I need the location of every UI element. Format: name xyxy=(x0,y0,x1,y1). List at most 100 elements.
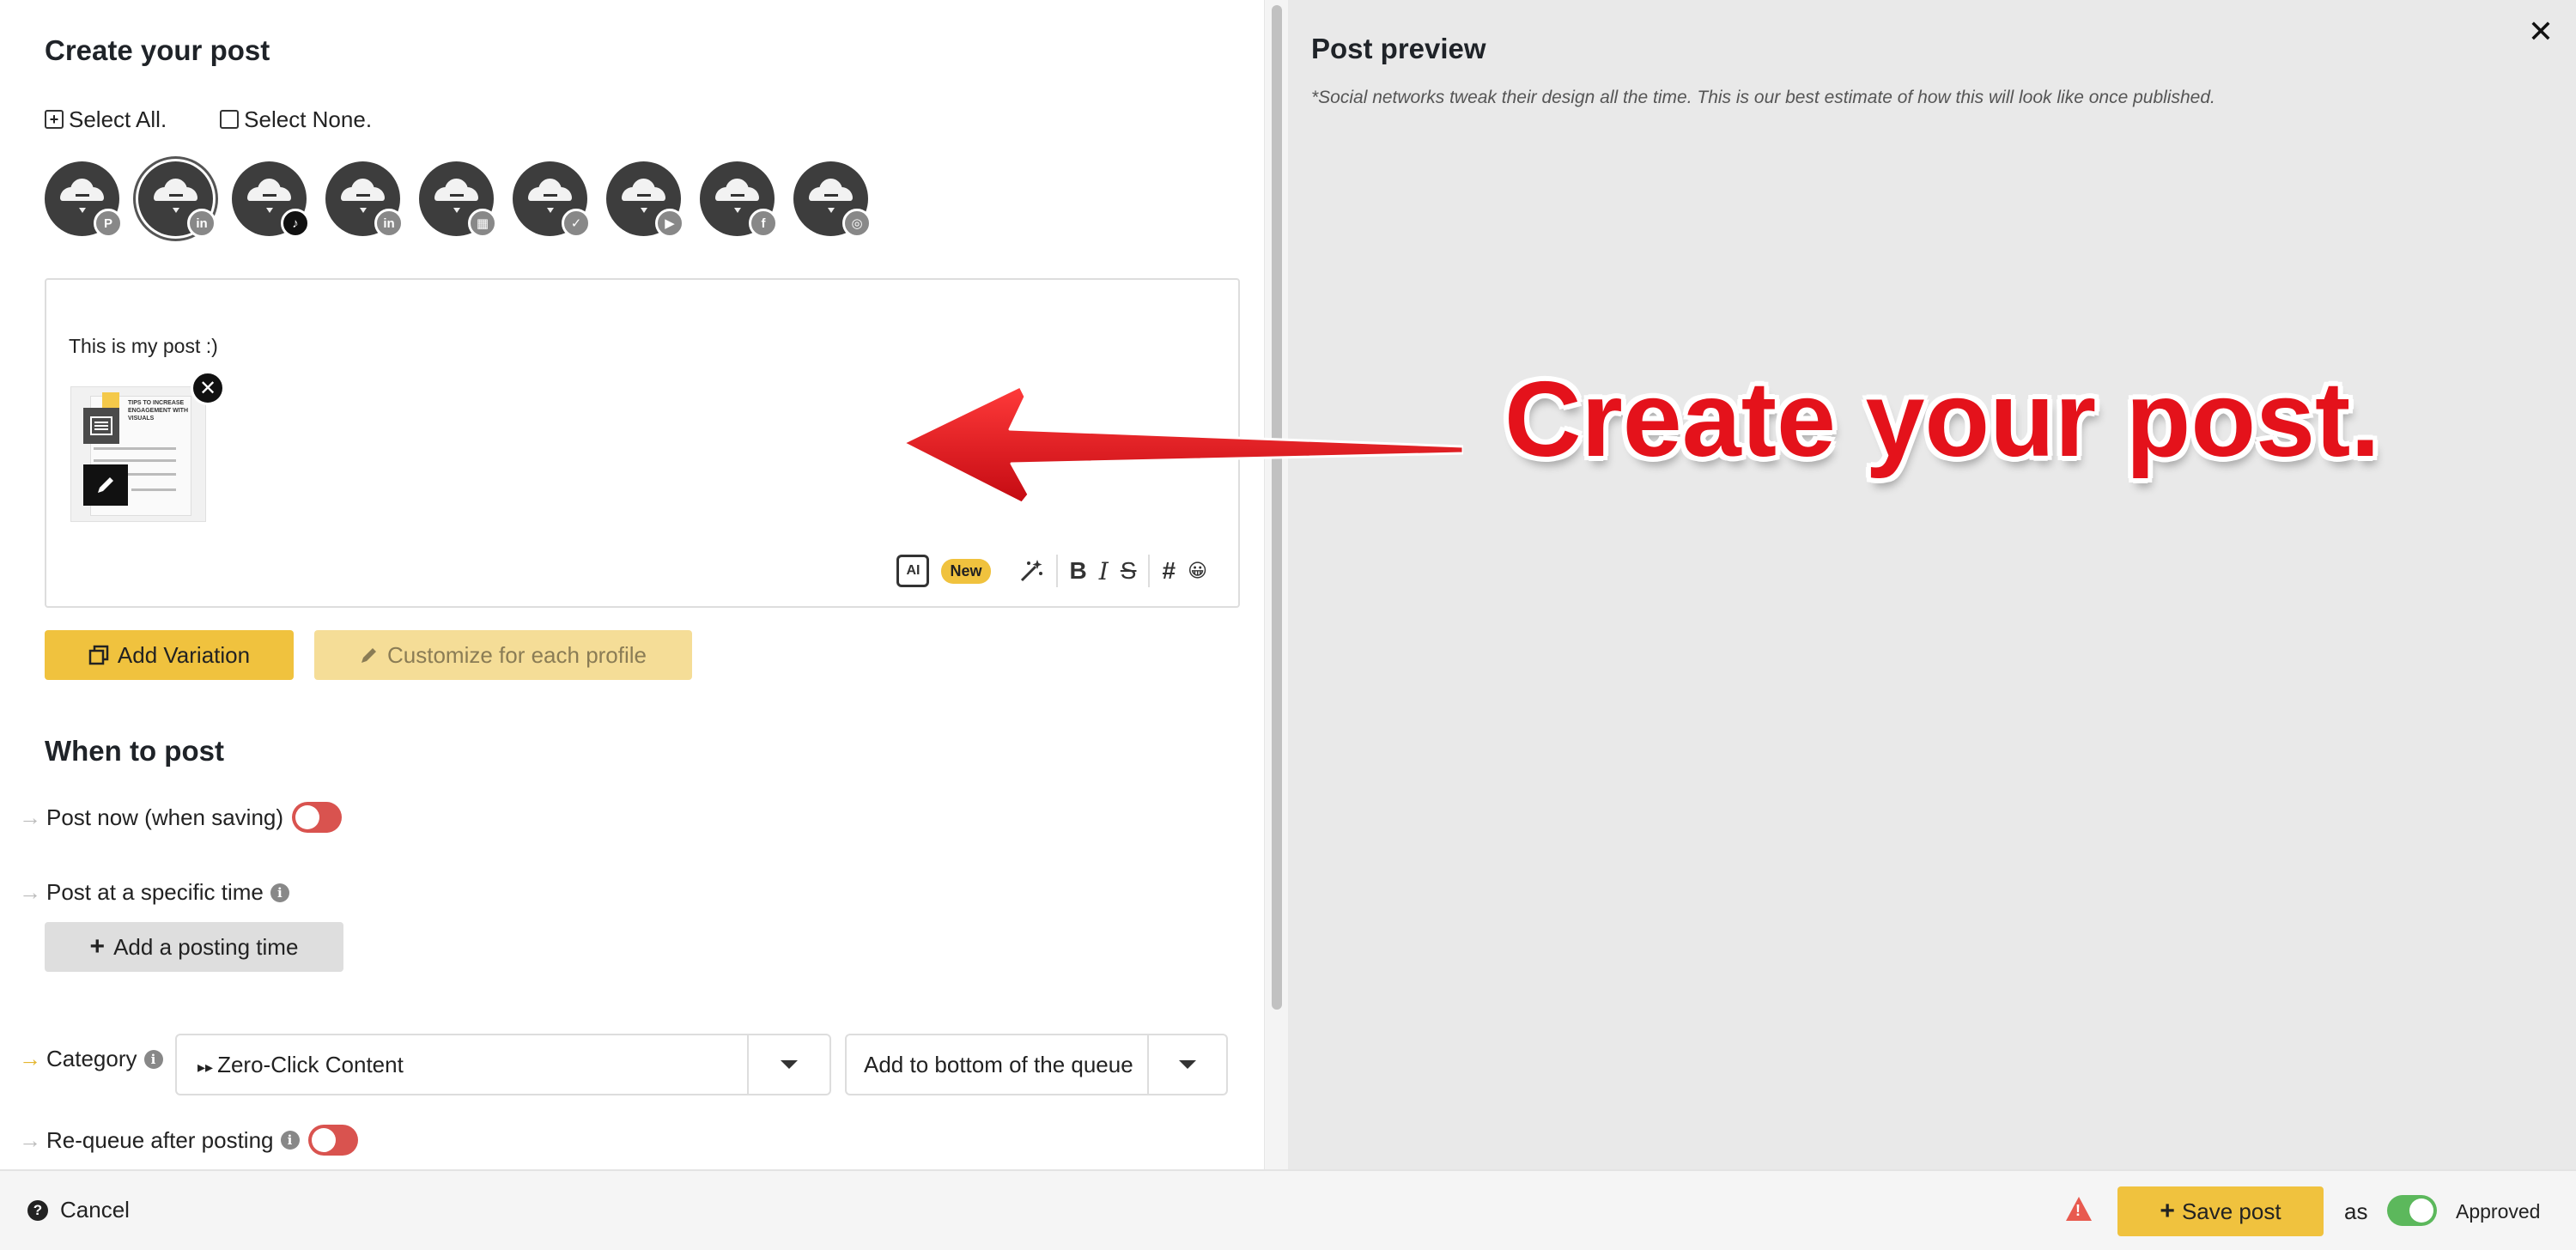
chevron-down-icon[interactable] xyxy=(747,1035,829,1094)
avatar-shape xyxy=(731,194,744,197)
approved-toggle[interactable] xyxy=(2387,1195,2437,1226)
avatar-shape xyxy=(824,194,838,197)
requeue-option: → Re-queue after posting i xyxy=(19,1125,358,1156)
callout-arrow xyxy=(903,385,1463,505)
avatar-shape xyxy=(734,208,741,213)
queue-position-select[interactable]: Add to bottom of the queue xyxy=(845,1034,1228,1095)
arrow-right-icon: → xyxy=(19,879,41,905)
arrow-right-icon: → xyxy=(19,804,41,830)
profile-avatar-google-business[interactable]: ▦ xyxy=(419,161,497,238)
info-icon[interactable]: i xyxy=(270,883,289,902)
pencil-icon xyxy=(361,648,376,663)
category-value-text: Zero-Click Content xyxy=(217,1051,404,1077)
new-badge: New xyxy=(941,558,991,584)
category-select[interactable]: ▸▸ Zero-Click Content xyxy=(175,1034,831,1095)
avatar-shape xyxy=(356,194,370,197)
callout-text: Create your post. xyxy=(1504,361,2380,479)
double-chevron-icon: ▸▸ xyxy=(197,1058,218,1076)
avatar-shape xyxy=(169,194,183,197)
pinterest-icon: P xyxy=(94,209,123,238)
add-variation-button[interactable]: Add Variation xyxy=(45,630,294,680)
ai-assistant-icon[interactable]: AI xyxy=(896,555,930,587)
avatar-shape xyxy=(263,194,276,197)
profile-select-controls: + Select All. Select None. xyxy=(45,105,425,134)
plus-icon: + xyxy=(2160,1197,2175,1225)
avatar-shape xyxy=(544,194,557,197)
empty-square-icon xyxy=(220,110,240,129)
avatar-shape xyxy=(641,208,647,213)
select-all-button[interactable]: + Select All. xyxy=(45,106,167,133)
post-text[interactable]: This is my post :) xyxy=(69,335,218,358)
copy-icon xyxy=(88,645,109,665)
info-icon[interactable]: i xyxy=(143,1049,163,1069)
editor-toolbar: AI New B I S # 😀 xyxy=(896,555,1207,587)
edit-pencil-icon[interactable] xyxy=(83,464,128,506)
profile-avatar-tiktok[interactable]: ♪ xyxy=(232,161,310,238)
thumbnail-line xyxy=(94,459,176,462)
select-none-button[interactable]: Select None. xyxy=(220,106,372,133)
customize-for-each-profile-button[interactable]: Customize for each profile xyxy=(314,630,692,680)
requeue-label: Re-queue after posting xyxy=(46,1126,274,1153)
editor-scrollbar[interactable] xyxy=(1264,0,1288,1169)
profile-avatar-facebook[interactable]: f xyxy=(700,161,778,238)
arrow-right-icon: → xyxy=(19,1046,41,1071)
requeue-toggle[interactable] xyxy=(307,1125,358,1156)
create-post-title: Create your post xyxy=(45,34,270,66)
plus-square-icon: + xyxy=(45,110,64,129)
cancel-button[interactable]: ? Cancel xyxy=(27,1197,130,1223)
select-all-label: Select All. xyxy=(69,106,167,132)
category-label: Category xyxy=(46,1046,137,1071)
thumbnail-line xyxy=(131,488,176,491)
save-post-label: Save post xyxy=(2181,1198,2281,1224)
approved-label: Approved xyxy=(2456,1200,2541,1223)
magic-wand-icon[interactable] xyxy=(1018,558,1044,584)
close-icon[interactable]: ✕ xyxy=(2528,14,2554,50)
avatar-shape xyxy=(266,208,273,213)
toolbar-divider xyxy=(1055,555,1058,587)
bold-button[interactable]: B xyxy=(1070,557,1087,585)
youtube-icon: ▶ xyxy=(655,209,684,238)
profile-avatar-linkedin[interactable]: in xyxy=(325,161,404,238)
profile-avatar-linkedin[interactable]: in xyxy=(138,161,216,238)
save-post-button[interactable]: + Save post xyxy=(2117,1186,2324,1236)
emoji-icon[interactable]: 😀 xyxy=(1188,560,1207,582)
post-editor-panel: Create your post + Select All. Select No… xyxy=(0,0,1264,1169)
profile-avatar-youtube[interactable]: ▶ xyxy=(606,161,684,238)
post-now-option: → Post now (when saving) xyxy=(19,802,343,833)
thumbnail-line xyxy=(94,447,176,450)
specific-time-option: → Post at a specific time i xyxy=(19,879,289,906)
google-business-icon: ▦ xyxy=(468,209,497,238)
attachment-thumbnail[interactable]: TIPS TO INCREASE ENGAGEMENT WITH VISUALS xyxy=(70,386,206,522)
post-now-toggle[interactable] xyxy=(292,802,343,833)
profile-avatar-pinterest[interactable]: P xyxy=(45,161,123,238)
scrollbar-thumb[interactable] xyxy=(1272,5,1282,1010)
list-icon[interactable] xyxy=(83,408,119,444)
when-to-post-title: When to post xyxy=(45,735,224,767)
tiktok-icon: ♪ xyxy=(281,209,310,238)
category-option: → Category i xyxy=(19,1046,163,1072)
as-label: as xyxy=(2344,1198,2368,1224)
add-posting-time-button[interactable]: + Add a posting time xyxy=(45,922,343,972)
queue-position-value: Add to bottom of the queue xyxy=(864,1051,1133,1077)
avatar-shape xyxy=(360,208,367,213)
post-preview-note: *Social networks tweak their design all … xyxy=(1311,88,2215,107)
italic-button[interactable]: I xyxy=(1099,557,1109,586)
post-now-label: Post now (when saving) xyxy=(46,804,284,830)
category-value: ▸▸ Zero-Click Content xyxy=(177,1052,747,1078)
strikethrough-button[interactable]: S xyxy=(1121,557,1137,585)
avatar-shape xyxy=(547,208,554,213)
profile-avatars: Pin ♪ in ▦ ✓ ▶ f ◎ xyxy=(45,161,872,238)
question-circle-icon: ? xyxy=(27,1199,48,1221)
profile-avatar-twitter[interactable]: ✓ xyxy=(513,161,591,238)
avatar-shape xyxy=(637,194,651,197)
remove-attachment-icon[interactable]: ✕ xyxy=(191,371,225,405)
avatar-shape xyxy=(828,208,835,213)
warning-icon[interactable]: ! xyxy=(2066,1197,2092,1221)
add-variation-label: Add Variation xyxy=(117,641,251,668)
info-icon[interactable]: i xyxy=(280,1131,300,1150)
chevron-down-icon[interactable] xyxy=(1147,1035,1226,1094)
add-posting-time-label: Add a posting time xyxy=(113,933,299,960)
hashtag-button[interactable]: # xyxy=(1162,557,1176,585)
profile-avatar-instagram[interactable]: ◎ xyxy=(793,161,872,238)
avatar-shape xyxy=(79,208,86,213)
